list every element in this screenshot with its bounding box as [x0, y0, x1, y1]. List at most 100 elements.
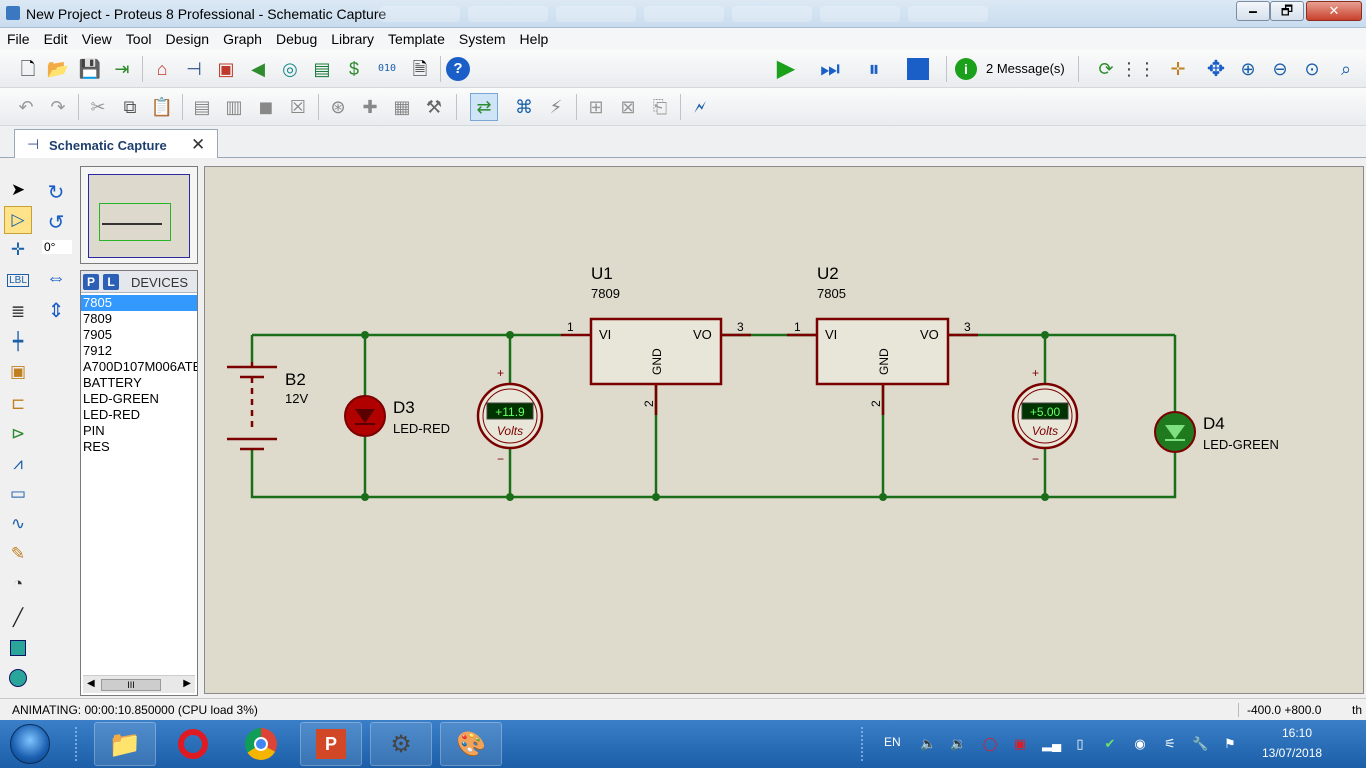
voltage-probe-icon[interactable]: ✎	[4, 540, 32, 568]
volume-icon[interactable]: 🔈	[920, 736, 936, 752]
wire-autorouter-icon[interactable]: ⇄	[470, 93, 498, 121]
tray-app-icon[interactable]: ▣	[1012, 736, 1028, 752]
restore-button[interactable]: 🗗	[1270, 1, 1304, 21]
rotate-clockwise-icon[interactable]: ↻	[42, 178, 70, 206]
device-list-item[interactable]: 7809	[81, 311, 197, 327]
minimize-button[interactable]: 🗕	[1236, 1, 1270, 21]
stop-icon[interactable]	[904, 55, 932, 83]
rotate-anticlockwise-icon[interactable]: ↺	[42, 208, 70, 236]
taskbar-opera-icon[interactable]	[162, 722, 224, 766]
redo-icon[interactable]: ↷	[44, 93, 72, 121]
copy-icon[interactable]: ⧉	[116, 93, 144, 121]
component-mode-icon[interactable]: ▷	[4, 206, 32, 234]
origin-icon[interactable]: ✛	[1164, 55, 1192, 83]
block-move-icon[interactable]: ▥	[220, 93, 248, 121]
tab-schematic-capture[interactable]: ⊣ Schematic Capture ✕	[14, 129, 218, 158]
zoom-area-icon[interactable]: ⌕	[1332, 55, 1360, 83]
bill-of-materials-icon[interactable]: $	[340, 55, 368, 83]
generator-icon[interactable]: ∿	[4, 510, 32, 538]
menu-file[interactable]: File	[0, 28, 37, 47]
pcb-layout-icon[interactable]: ▣	[212, 55, 240, 83]
connection-tray-icon[interactable]: ⚟	[1162, 736, 1178, 752]
schematic-editing-window[interactable]: B2 12V D3 LED-RED +11.9 Volts + − U1 780…	[204, 166, 1364, 694]
device-pins-icon[interactable]: ⊳	[4, 420, 32, 448]
junction-dot-icon[interactable]: ✛	[4, 236, 32, 264]
library-manager-button[interactable]: L	[103, 274, 119, 290]
overview-window[interactable]	[80, 166, 198, 264]
network-icon[interactable]: ▂▄	[1042, 736, 1061, 752]
device-list-item[interactable]: RES	[81, 439, 197, 455]
bus-icon[interactable]: ┿	[4, 328, 32, 356]
subcircuit-icon[interactable]: ▣	[4, 358, 32, 386]
save-icon[interactable]: 💾	[76, 55, 104, 83]
device-list-item[interactable]: PIN	[81, 423, 197, 439]
device-list-item[interactable]: 7905	[81, 327, 197, 343]
undo-icon[interactable]: ↶	[12, 93, 40, 121]
cut-icon[interactable]: ✂	[84, 93, 112, 121]
search-tag-icon[interactable]: ⌘	[510, 93, 538, 121]
device-list-item[interactable]: LED-GREEN	[81, 391, 197, 407]
new-sheet-icon[interactable]: ⊞	[582, 93, 610, 121]
help-icon[interactable]: ?	[444, 55, 472, 83]
taskbar-file-explorer-icon[interactable]: 📁	[94, 722, 156, 766]
menu-design[interactable]: Design	[158, 28, 216, 47]
exit-to-parent-icon[interactable]: ⎗	[646, 93, 674, 121]
zoom-in-icon[interactable]: ⊕	[1234, 55, 1262, 83]
source-code-icon[interactable]: 010	[372, 55, 402, 83]
notes-icon[interactable]: 🗎	[406, 55, 434, 83]
menu-view[interactable]: View	[75, 28, 119, 47]
electrical-rule-check-icon[interactable]: 🗲	[686, 93, 714, 121]
terminals-icon[interactable]: ⊏	[4, 390, 32, 418]
virtual-instruments-icon[interactable]: ◔	[4, 570, 32, 598]
mirror-y-icon[interactable]: ⇕	[42, 296, 70, 324]
remove-sheet-icon[interactable]: ⊠	[614, 93, 642, 121]
graph-mode-icon[interactable]: ⩘	[4, 450, 32, 478]
circle-tool-icon[interactable]	[4, 664, 32, 692]
wire-label-icon[interactable]: LBL	[4, 266, 32, 294]
menu-system[interactable]: System	[452, 28, 513, 47]
menu-tool[interactable]: Tool	[119, 28, 159, 47]
check-tray-icon[interactable]: ✔	[1102, 736, 1118, 752]
menu-edit[interactable]: Edit	[37, 28, 75, 47]
scroll-right-icon[interactable]: ▶	[183, 678, 191, 689]
tab-close-icon[interactable]: ✕	[191, 135, 205, 155]
line-tool-icon[interactable]: ╱	[4, 604, 32, 632]
menu-template[interactable]: Template	[381, 28, 452, 47]
zoom-all-icon[interactable]: ⊙	[1298, 55, 1326, 83]
taskbar-paint-icon[interactable]: 🎨	[440, 722, 502, 766]
action-center-icon[interactable]: ⚑	[1222, 736, 1238, 752]
tape-recorder-icon[interactable]: ▭	[4, 480, 32, 508]
new-file-icon[interactable]: 🗋	[14, 55, 42, 83]
step-icon[interactable]: ⏭	[816, 55, 844, 83]
pause-icon[interactable]: ⏸	[860, 55, 888, 83]
menu-help[interactable]: Help	[513, 28, 556, 47]
device-list-item[interactable]: A700D107M006ATE	[81, 359, 197, 375]
decompose-icon[interactable]: ⚒	[420, 93, 448, 121]
selection-mode-icon[interactable]: ➤	[4, 176, 32, 204]
device-list-scrollbar[interactable]: ◀ III ▶	[83, 675, 195, 693]
taskbar-powerpoint-icon[interactable]: P	[300, 722, 362, 766]
speaker-icon[interactable]: 🔉	[950, 736, 966, 752]
scroll-left-icon[interactable]: ◀	[87, 678, 95, 689]
pick-devices-button[interactable]: P	[83, 274, 99, 290]
scroll-thumb[interactable]: III	[101, 679, 161, 691]
taskbar-chrome-icon[interactable]	[230, 722, 292, 766]
block-rotate-icon[interactable]: ◼	[252, 93, 280, 121]
grid-icon[interactable]: ⋮⋮	[1120, 55, 1156, 83]
3d-viewer-icon[interactable]: ◎	[276, 55, 304, 83]
block-delete-icon[interactable]: ☒	[284, 93, 312, 121]
menu-library[interactable]: Library	[324, 28, 381, 47]
schematic-icon[interactable]: ⊣	[180, 55, 208, 83]
gerber-viewer-icon[interactable]: ▤	[308, 55, 336, 83]
rotation-angle-field[interactable]: 0°	[42, 240, 72, 254]
text-script-icon[interactable]: ≣	[4, 298, 32, 326]
taskbar-proteus-icon[interactable]: ⚙	[370, 722, 432, 766]
device-list-item[interactable]: BATTERY	[81, 375, 197, 391]
start-button-icon[interactable]	[10, 724, 50, 764]
close-project-icon[interactable]: ⇥	[108, 55, 136, 83]
device-list-item[interactable]: LED-RED	[81, 407, 197, 423]
opera-tray-icon[interactable]: ◯	[982, 736, 998, 752]
mirror-x-icon[interactable]: ⇔	[42, 264, 70, 292]
make-device-icon[interactable]: ✚	[356, 93, 384, 121]
device-list-item[interactable]: 7912	[81, 343, 197, 359]
